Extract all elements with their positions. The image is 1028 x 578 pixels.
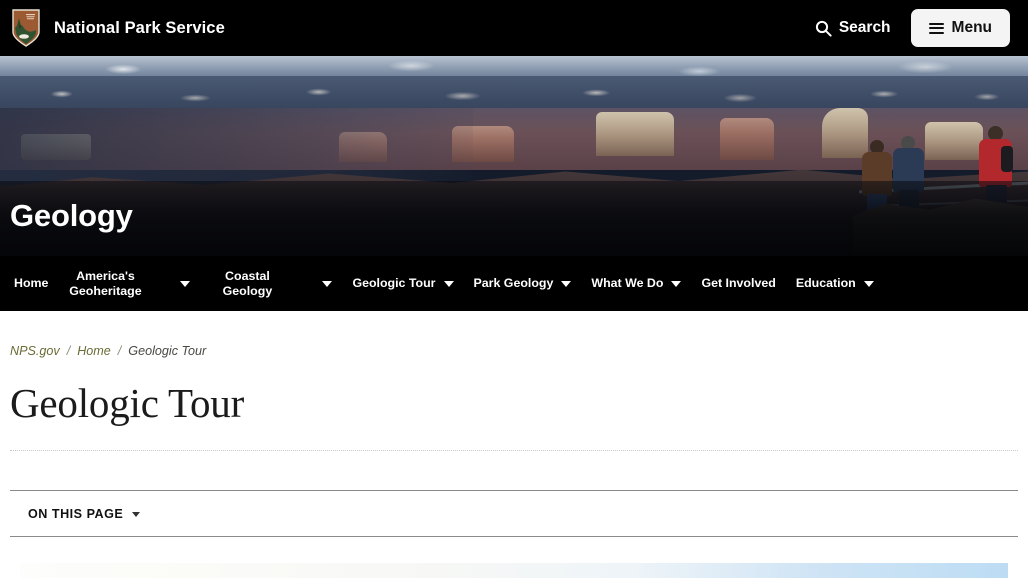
breadcrumb-separator: / <box>66 344 71 358</box>
on-this-page-toggle[interactable]: ON THIS PAGE <box>28 507 141 521</box>
nav-item-what-we-do[interactable]: What We Do <box>581 270 691 297</box>
breadcrumb-separator: / <box>117 344 122 358</box>
nav-item-label: Geologic Tour <box>352 276 436 291</box>
nav-item-label: Coastal Geology <box>222 268 273 298</box>
nav-item-americas-geoheritage[interactable]: America's Geoheritage <box>58 263 200 304</box>
nav-item-coastal-geology[interactable]: Coastal Geology <box>200 263 342 304</box>
on-this-page-label: ON THIS PAGE <box>28 507 124 521</box>
on-this-page-section: ON THIS PAGE <box>10 490 1018 537</box>
title-divider <box>10 450 1018 451</box>
chevron-down-icon <box>132 511 141 517</box>
chevron-down-icon[interactable] <box>561 280 572 287</box>
hero-banner: Geology <box>0 56 1028 256</box>
menu-button[interactable]: Menu <box>910 9 1010 47</box>
hero-overlay <box>0 181 1028 256</box>
nav-item-get-involved[interactable]: Get Involved <box>691 270 785 297</box>
nps-home-link[interactable]: National Park Service <box>10 8 225 48</box>
nav-item-label: America's Geoheritage <box>69 268 142 298</box>
global-header: National Park Service Search Menu <box>0 0 1028 56</box>
nav-item-home[interactable]: Home <box>4 270 58 297</box>
chevron-down-icon[interactable] <box>443 280 454 287</box>
nav-item-label: What We Do <box>591 276 664 291</box>
chevron-down-icon[interactable] <box>180 280 191 287</box>
menu-button-label: Menu <box>951 19 992 36</box>
chevron-down-icon[interactable] <box>863 280 874 287</box>
search-button[interactable]: Search <box>811 13 895 43</box>
site-navigation: Home America's Geoheritage Coastal Geolo… <box>0 256 1028 311</box>
hamburger-icon <box>928 22 944 34</box>
main-content: NPS.gov / Home / Geologic Tour Geologic … <box>0 311 1028 578</box>
nav-item-label: Education <box>795 276 856 291</box>
breadcrumb-current: Geologic Tour <box>128 344 207 358</box>
nav-item-label: Park Geology <box>473 276 554 291</box>
nav-item-geologic-tour[interactable]: Geologic Tour <box>342 270 463 297</box>
chevron-down-icon[interactable] <box>671 280 682 287</box>
breadcrumb-link-nps[interactable]: NPS.gov <box>10 344 60 358</box>
nav-item-education[interactable]: Education <box>786 270 884 297</box>
nav-item-label: Home <box>14 276 49 291</box>
nav-item-park-geology[interactable]: Park Geology <box>464 270 582 297</box>
nav-item-label: Get Involved <box>701 276 776 291</box>
header-actions: Search Menu <box>811 9 1010 47</box>
chevron-down-icon[interactable] <box>322 280 333 287</box>
hero-sky <box>0 56 1028 78</box>
search-icon <box>815 20 832 37</box>
nps-arrowhead-icon <box>10 8 42 48</box>
article-lead-image <box>20 563 1008 578</box>
hero-title: Geology <box>10 198 133 233</box>
page-title: Geologic Tour <box>10 380 245 426</box>
breadcrumb: NPS.gov / Home / Geologic Tour <box>10 311 1018 358</box>
brand-title: National Park Service <box>54 18 225 37</box>
breadcrumb-link-home[interactable]: Home <box>77 344 111 358</box>
search-button-label: Search <box>838 19 891 36</box>
